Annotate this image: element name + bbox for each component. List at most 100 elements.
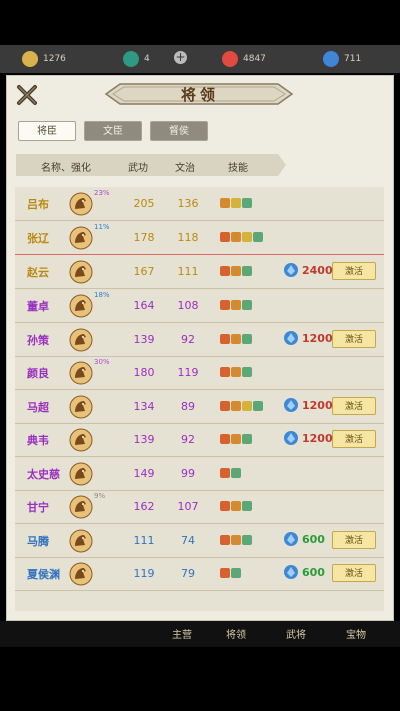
skill-icons [220,334,252,344]
blue-crystal-resource: 711 [323,51,361,67]
generals-list: 吕布 23% 205 136 张辽 11% 178 118 赵云 167 111 2400 激活 董卓 18… [15,187,384,611]
skill-icon [242,367,252,377]
skill-icons [220,300,252,310]
horse-icon[interactable] [69,562,93,586]
activation-cost: 1200 [283,430,333,446]
skill-icon [220,334,230,344]
skill-icon [231,198,241,208]
general-row[interactable]: 马超 134 89 1200 激活 [15,390,384,424]
wugong-value: 111 [133,534,155,547]
activation-cost: 1200 [283,330,333,346]
header-wenzhi: 文治 [175,163,195,174]
general-row[interactable]: 甘宁 9% 162 107 [15,490,384,524]
activation-cost: 1200 [283,397,333,413]
page-title: 将领 [180,86,219,104]
horse-icon[interactable] [69,294,93,318]
wugong-value: 139 [133,433,155,446]
tab-duhou[interactable]: 督侯 [150,121,208,141]
header-skills: 技能 [228,163,248,174]
skill-icons [220,501,252,511]
nav-item-wujiang[interactable]: 武将 [286,626,306,641]
activate-button[interactable]: 激活 [332,430,376,448]
horse-icon[interactable] [69,361,93,385]
wenzhi-value: 118 [177,231,199,244]
blue-crystal-icon [284,532,298,546]
wenzhi-value: 107 [177,500,199,513]
general-name: 马腾 [27,535,49,548]
skill-icon [253,401,263,411]
wenzhi-value: 111 [177,265,199,278]
add-resource-button[interactable]: + [174,51,187,64]
wenzhi-value: 92 [181,433,195,446]
activate-button[interactable]: 激活 [332,531,376,549]
horse-icon[interactable] [69,226,93,250]
skill-icons [220,198,252,208]
activate-button[interactable]: 激活 [332,397,376,415]
activation-cost: 2400 [283,262,333,278]
skill-icon [231,232,241,242]
general-name: 孙策 [27,334,49,347]
cost-value: 1200 [302,431,333,445]
activate-button[interactable]: 激活 [332,330,376,348]
wugong-value: 119 [133,567,155,580]
cost-value: 600 [302,565,325,579]
tab-wenchen[interactable]: 文臣 [84,121,142,141]
nav-item-zhuying[interactable]: 主营 [172,626,192,641]
skill-icon [231,334,241,344]
wenzhi-value: 119 [177,366,199,379]
general-row[interactable]: 吕布 23% 205 136 [15,187,384,221]
skill-icon [220,468,230,478]
general-name: 颜良 [27,367,49,380]
horse-icon[interactable] [69,529,93,553]
skill-icon [231,434,241,444]
general-row[interactable]: 孙策 139 92 1200 激活 [15,323,384,357]
blue-crystal-icon [284,331,298,345]
blue-crystal-icon [284,398,298,412]
skill-icons [220,367,252,377]
skill-icon [220,266,230,276]
nav-item-jiangling[interactable]: 将领 [226,626,246,641]
horse-icon[interactable] [69,395,93,419]
table-header: 名称、强化 武功 文治 技能 [16,154,286,176]
nav-item-baowu[interactable]: 宝物 [346,626,366,641]
activate-button[interactable]: 激活 [332,262,376,280]
blue-crystal-icon [284,431,298,445]
skill-icons [220,568,241,578]
skill-icon [220,568,230,578]
wugong-value: 178 [133,231,155,244]
activate-button[interactable]: 激活 [332,564,376,582]
general-name: 赵云 [27,266,49,279]
horse-icon[interactable] [69,495,93,519]
general-row[interactable]: 夏侯渊 119 79 600 激活 [15,557,384,591]
general-row[interactable]: 赵云 167 111 2400 激活 [15,255,384,289]
skill-icon [242,401,252,411]
blue-crystal-icon [284,565,298,579]
general-row[interactable]: 董卓 18% 164 108 [15,289,384,323]
skill-icons [220,468,241,478]
general-row[interactable]: 马腾 111 74 600 激活 [15,524,384,558]
skill-icon [220,501,230,511]
skill-icons [220,535,252,545]
resource-bar: 1276 4 + 4847 711 [0,45,400,73]
general-name: 吕布 [27,198,49,211]
horse-icon[interactable] [69,328,93,352]
enhance-percent: 30% [94,358,110,366]
horse-icon[interactable] [69,260,93,284]
tab-jiangchen[interactable]: 将臣 [18,121,76,141]
general-name: 夏侯渊 [27,568,60,581]
category-tabs: 将臣 文臣 督侯 [18,121,208,141]
general-row[interactable]: 太史慈 149 99 [15,457,384,491]
horse-icon[interactable] [69,462,93,486]
general-row[interactable]: 张辽 11% 178 118 [15,221,384,255]
horse-icon[interactable] [69,192,93,216]
wugong-value: 167 [133,265,155,278]
enhance-percent: 23% [94,189,110,197]
general-name: 马超 [27,401,49,414]
general-row[interactable]: 颜良 30% 180 119 [15,356,384,390]
skill-icon [231,401,241,411]
general-row[interactable]: 典韦 139 92 1200 激活 [15,423,384,457]
blue-crystal-icon [284,263,298,277]
skill-icon [220,535,230,545]
enhance-percent: 11% [94,223,110,231]
horse-icon[interactable] [69,428,93,452]
